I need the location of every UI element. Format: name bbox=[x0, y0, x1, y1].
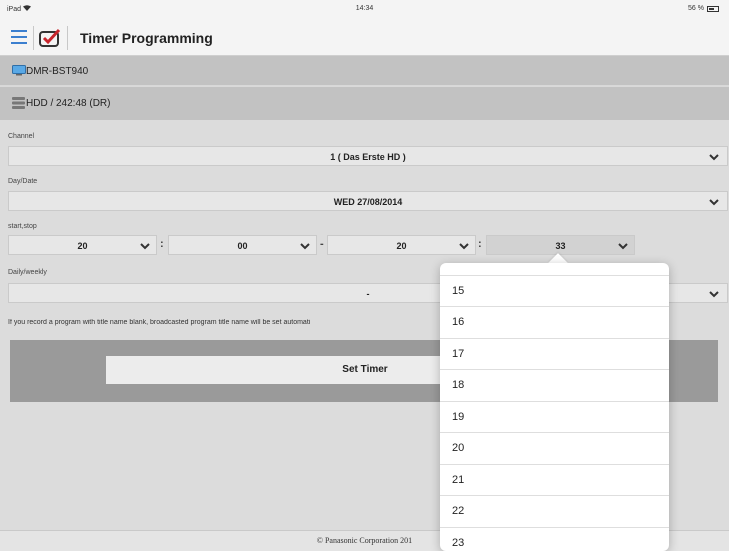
device-selector[interactable]: DMR-BST940 bbox=[0, 56, 729, 86]
chevron-down-icon bbox=[140, 243, 150, 250]
picker-option[interactable]: 22 bbox=[440, 496, 669, 528]
menu-icon[interactable] bbox=[11, 30, 27, 44]
time-separator: : bbox=[160, 238, 164, 250]
chevron-down-icon bbox=[618, 243, 628, 250]
storage-selector[interactable]: HDD / 242:48 (DR) bbox=[0, 87, 729, 120]
time-separator: : bbox=[478, 238, 482, 250]
header-divider bbox=[33, 26, 34, 50]
picker-option[interactable]: 21 bbox=[440, 465, 669, 496]
startstop-label: start,stop bbox=[8, 223, 37, 230]
picker-option[interactable]: 19 bbox=[440, 402, 669, 433]
minute-picker-list[interactable]: 14 15 16 17 18 19 20 21 22 23 bbox=[440, 263, 669, 551]
picker-option[interactable]: 16 bbox=[440, 307, 669, 339]
chevron-down-icon bbox=[709, 154, 719, 161]
start-hour-select[interactable]: 20 bbox=[8, 235, 157, 255]
chevron-down-icon bbox=[709, 199, 719, 206]
hdd-icon bbox=[12, 97, 25, 109]
tv-icon bbox=[12, 65, 26, 76]
start-minute-value: 00 bbox=[237, 241, 248, 251]
storage-info: HDD / 242:48 (DR) bbox=[26, 98, 111, 109]
picker-option[interactable]: 15 bbox=[440, 276, 669, 307]
picker-option[interactable]: 14 bbox=[440, 263, 669, 276]
chevron-down-icon bbox=[300, 243, 310, 250]
stop-minute-value: 33 bbox=[555, 241, 566, 251]
timer-app-logo bbox=[39, 28, 61, 47]
daydate-select[interactable]: WED 27/08/2014 bbox=[8, 191, 728, 211]
picker-option[interactable]: 18 bbox=[440, 370, 669, 402]
channel-value: 1 ( Das Erste HD ) bbox=[330, 152, 406, 162]
channel-select[interactable]: 1 ( Das Erste HD ) bbox=[8, 146, 728, 166]
header-divider bbox=[67, 26, 68, 50]
time-separator: - bbox=[320, 238, 324, 250]
info-text: If you record a program with title name … bbox=[8, 319, 311, 326]
battery-status: 56 % bbox=[688, 5, 719, 12]
picker-option[interactable]: 23 bbox=[440, 528, 669, 551]
page-title: Timer Programming bbox=[80, 30, 213, 46]
battery-icon bbox=[707, 5, 719, 12]
device-name: DMR-BST940 bbox=[26, 66, 89, 77]
app-header: Timer Programming bbox=[0, 20, 729, 56]
stop-hour-select[interactable]: 20 bbox=[327, 235, 476, 255]
minute-picker-popover[interactable]: 14 15 16 17 18 19 20 21 22 23 bbox=[440, 263, 669, 551]
stop-minute-select[interactable]: 33 bbox=[486, 235, 635, 255]
daydate-label: Day/Date bbox=[8, 178, 38, 185]
daily-weekly-label: Daily/weekly bbox=[8, 269, 47, 276]
start-hour-value: 20 bbox=[77, 241, 88, 251]
start-minute-select[interactable]: 00 bbox=[168, 235, 317, 255]
status-bar: iPad 14:34 56 % bbox=[0, 0, 729, 20]
stop-hour-value: 20 bbox=[396, 241, 407, 251]
channel-label: Channel bbox=[8, 133, 35, 140]
picker-option[interactable]: 17 bbox=[440, 339, 669, 370]
chevron-down-icon bbox=[459, 243, 469, 250]
daydate-value: WED 27/08/2014 bbox=[333, 197, 403, 207]
status-time: 14:34 bbox=[355, 5, 374, 12]
picker-option[interactable]: 20 bbox=[440, 433, 669, 465]
chevron-down-icon bbox=[709, 291, 719, 298]
